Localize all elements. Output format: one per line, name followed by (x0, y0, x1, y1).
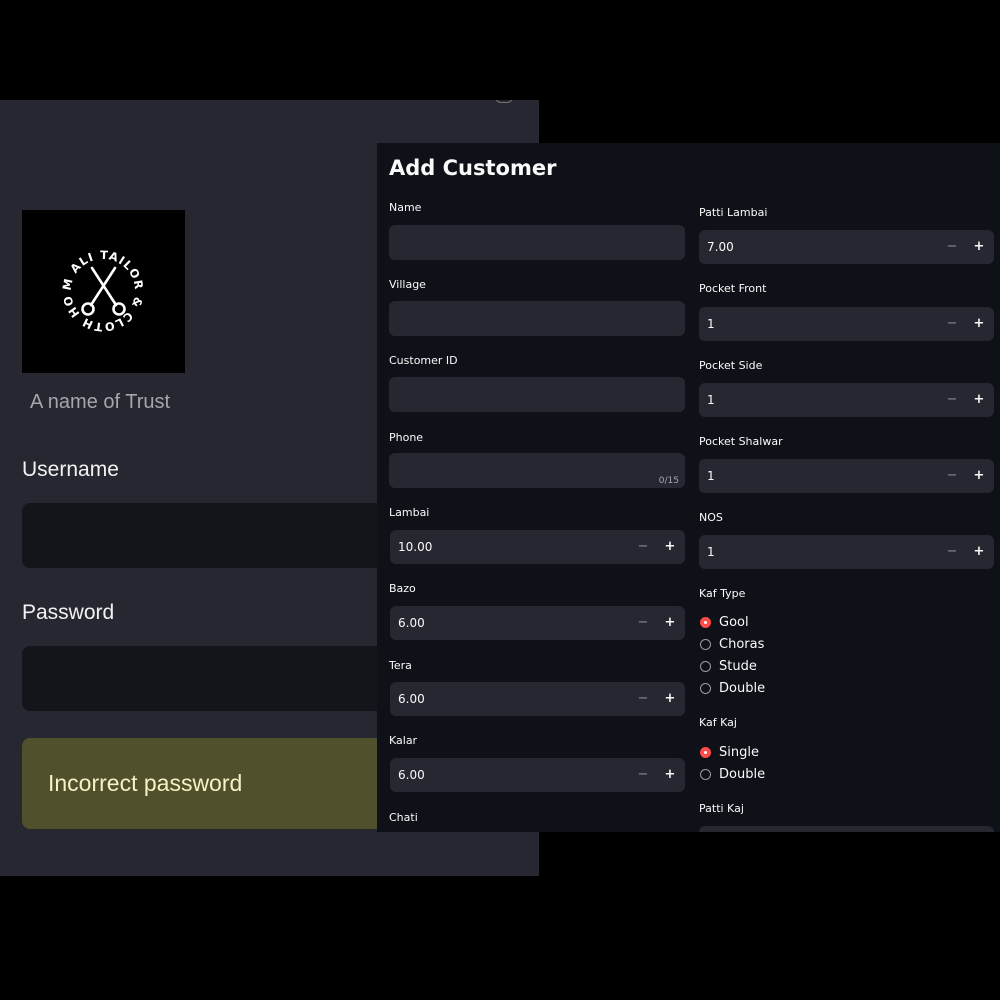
chati-label: Chati (389, 811, 418, 824)
nos-increment-button[interactable]: + (966, 535, 992, 569)
pocket-front-input[interactable]: 1 − + (699, 307, 994, 341)
nos-input[interactable]: 1 − + (699, 535, 994, 569)
svg-text:M ALI TAILOR & CLOTH HOUSE: M ALI TAILOR & CLOTH HOUSE (22, 210, 146, 334)
bazo-increment-button[interactable]: + (657, 606, 683, 640)
error-alert-text: Incorrect password (48, 770, 243, 796)
kaf-type-option-stude[interactable]: Stude (700, 657, 757, 675)
pocket-front-increment-button[interactable]: + (966, 307, 992, 341)
customer-id-label: Customer ID (389, 354, 458, 367)
pocket-front-value: 1 (707, 317, 715, 331)
pocket-shalwar-input[interactable]: 1 − + (699, 459, 994, 493)
phone-label: Phone (389, 431, 424, 444)
patti-kaj-label: Patti Kaj (699, 802, 744, 815)
window-control-icon[interactable] (495, 100, 513, 103)
logo: M ALI TAILOR & CLOTH HOUSE (22, 210, 185, 373)
lambai-decrement-button[interactable]: − (630, 530, 656, 564)
pocket-shalwar-increment-button[interactable]: + (966, 459, 992, 493)
patti-lambai-label: Patti Lambai (699, 206, 768, 219)
logo-text: M ALI TAILOR & CLOTH HOUSE (22, 210, 145, 334)
radio-selected-icon[interactable] (700, 746, 711, 758)
logo-image: M ALI TAILOR & CLOTH HOUSE (22, 210, 146, 334)
kalar-label: Kalar (389, 734, 418, 747)
radio-unselected-icon[interactable] (700, 660, 711, 672)
kaf-type-option-label: Double (719, 680, 766, 696)
tera-label: Tera (389, 659, 412, 672)
pocket-side-decrement-button[interactable]: − (939, 383, 965, 417)
kalar-increment-button[interactable]: + (657, 758, 683, 792)
kaf-type-option-double[interactable]: Double (700, 679, 765, 697)
name-input[interactable] (389, 225, 685, 260)
patti-lambai-increment-button[interactable]: + (966, 230, 992, 264)
name-label: Name (389, 201, 422, 214)
lambai-label: Lambai (389, 506, 430, 519)
lambai-value: 10.00 (398, 540, 433, 554)
kaf-kaj-option-double[interactable]: Double (700, 765, 765, 783)
kaf-type-option-label: Stude (719, 658, 757, 674)
pocket-front-label: Pocket Front (699, 282, 767, 295)
village-input[interactable] (389, 301, 685, 336)
radio-unselected-icon[interactable] (700, 768, 711, 780)
lambai-input[interactable]: 10.00 − + (390, 530, 685, 564)
kaf-kaj-option-label: Single (719, 744, 759, 760)
kaf-type-option-choras[interactable]: Choras (700, 635, 764, 653)
pocket-side-value: 1 (707, 393, 715, 407)
patti-lambai-decrement-button[interactable]: − (939, 230, 965, 264)
bazo-decrement-button[interactable]: − (630, 606, 656, 640)
bazo-input[interactable]: 6.00 − + (390, 606, 685, 640)
tera-increment-button[interactable]: + (657, 682, 683, 716)
phone-input[interactable]: 0/15 (389, 453, 685, 488)
tagline: A name of Trust (30, 391, 171, 413)
kalar-decrement-button[interactable]: − (630, 758, 656, 792)
patti-lambai-value: 7.00 (707, 240, 734, 254)
kaf-type-option-label: Choras (719, 636, 765, 652)
pocket-front-decrement-button[interactable]: − (939, 307, 965, 341)
tera-input[interactable]: 6.00 − + (390, 682, 685, 716)
pocket-side-label: Pocket Side (699, 359, 763, 372)
radio-selected-icon[interactable] (700, 616, 711, 628)
pocket-side-input[interactable]: 1 − + (699, 383, 994, 417)
kaf-type-option-label: Gool (719, 614, 749, 630)
kaf-kaj-label: Kaf Kaj (699, 716, 737, 729)
form-title: Add Customer (389, 156, 557, 180)
pocket-shalwar-value: 1 (707, 469, 715, 483)
scissors-icon (81, 266, 126, 316)
kaf-kaj-option-single[interactable]: Single (700, 743, 759, 761)
lambai-increment-button[interactable]: + (657, 530, 683, 564)
kalar-value: 6.00 (398, 768, 425, 782)
kalar-input[interactable]: 6.00 − + (390, 758, 685, 792)
village-label: Village (389, 278, 426, 291)
radio-unselected-icon[interactable] (700, 682, 711, 694)
pocket-shalwar-decrement-button[interactable]: − (939, 459, 965, 493)
kaf-type-label: Kaf Type (699, 587, 746, 600)
customer-id-input[interactable] (389, 377, 685, 412)
pocket-shalwar-label: Pocket Shalwar (699, 435, 783, 448)
nos-label: NOS (699, 511, 723, 524)
password-label: Password (22, 601, 115, 624)
patti-kaj-input[interactable] (699, 826, 994, 832)
add-customer-window: Add Customer Name Village Customer ID Ph… (377, 143, 1000, 832)
bazo-value: 6.00 (398, 616, 425, 630)
kaf-type-option-gool[interactable]: Gool (700, 613, 749, 631)
radio-unselected-icon[interactable] (700, 638, 711, 650)
bazo-label: Bazo (389, 582, 416, 595)
patti-lambai-input[interactable]: 7.00 − + (699, 230, 994, 264)
nos-decrement-button[interactable]: − (939, 535, 965, 569)
tera-decrement-button[interactable]: − (630, 682, 656, 716)
phone-char-counter: 0/15 (658, 476, 679, 486)
username-label: Username (22, 458, 119, 481)
nos-value: 1 (707, 545, 715, 559)
kaf-kaj-option-label: Double (719, 766, 766, 782)
tera-value: 6.00 (398, 692, 425, 706)
pocket-side-increment-button[interactable]: + (966, 383, 992, 417)
